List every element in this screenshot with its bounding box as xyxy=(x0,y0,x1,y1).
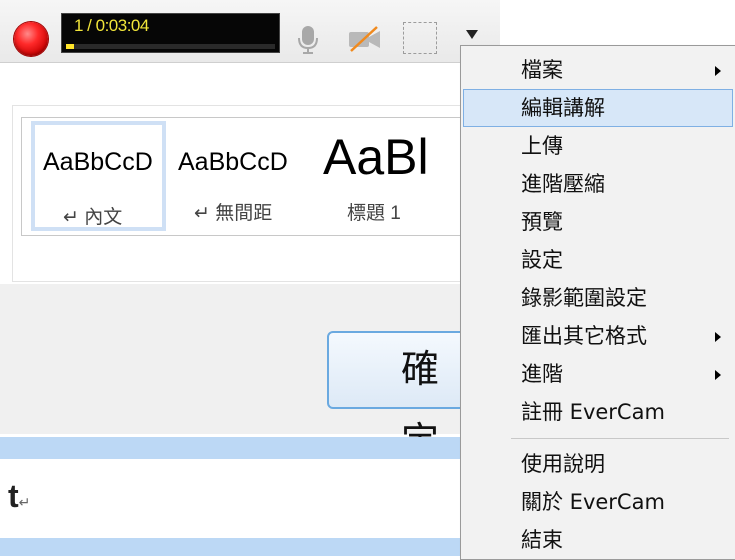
menu-item-upload[interactable]: 上傳 xyxy=(461,127,735,165)
menu-list: 檔案 編輯講解 上傳 進階壓縮 預覽 設定 錄影範圍設定 匯出其它格式 進階 註… xyxy=(461,51,735,559)
style-normal[interactable]: AaBbCcD ↵ 內文 xyxy=(31,121,166,231)
record-button[interactable] xyxy=(14,22,48,56)
submenu-arrow-icon xyxy=(715,66,721,76)
timer-progress-track xyxy=(66,44,275,49)
menu-item-exit[interactable]: 結束 xyxy=(461,521,735,559)
document-text: t↵ xyxy=(8,478,30,515)
menu-item-label: 上傳 xyxy=(521,134,563,158)
style-sample: AaBl xyxy=(323,129,429,185)
menu-item-label: 匯出其它格式 xyxy=(521,324,647,348)
style-sample: AaBbCcD xyxy=(178,148,288,176)
style-gallery: AaBbCcD ↵ 內文 AaBbCcD ↵ 無間距 AaBl 標題 1 xyxy=(21,117,473,236)
menu-item-advanced[interactable]: 進階 xyxy=(461,355,735,393)
menu-item-label: 檔案 xyxy=(521,58,563,82)
document-footer-bar xyxy=(0,538,462,556)
recorder-toolbar: 1 / 0:03:04 xyxy=(0,0,500,63)
menu-item-file[interactable]: 檔案 xyxy=(461,51,735,89)
menu-item-export-formats[interactable]: 匯出其它格式 xyxy=(461,317,735,355)
menu-item-edit-narration[interactable]: 編輯講解 xyxy=(463,89,733,127)
menu-item-advanced-compress[interactable]: 進階壓縮 xyxy=(461,165,735,203)
menu-item-label: 結束 xyxy=(521,528,563,552)
menu-item-register[interactable]: 註冊 EverCam xyxy=(461,393,735,431)
style-no-spacing[interactable]: AaBbCcD ↵ 無間距 xyxy=(172,118,307,235)
menu-item-label: 預覽 xyxy=(521,210,563,234)
menu-item-label: 進階壓縮 xyxy=(521,172,605,196)
timer-display: 1 / 0:03:04 xyxy=(61,13,280,53)
style-label: ↵ 內文 xyxy=(63,207,123,228)
style-sample: AaBbCcD xyxy=(43,148,153,176)
style-heading-1[interactable]: AaBl 標題 1 xyxy=(317,118,467,235)
camera-off-icon[interactable] xyxy=(347,25,383,58)
document-header-bar xyxy=(0,437,462,459)
confirm-button[interactable]: 確定 xyxy=(327,331,477,463)
style-label: ↵ 無間距 xyxy=(194,203,273,224)
menu-item-label: 編輯講解 xyxy=(521,96,605,120)
menu-item-settings[interactable]: 設定 xyxy=(461,241,735,279)
menu-separator xyxy=(511,438,729,439)
timer-progress-fill xyxy=(66,44,75,49)
menu-item-label: 錄影範圍設定 xyxy=(521,286,647,310)
document-text-char: t xyxy=(8,478,19,514)
menu-item-label: 註冊 EverCam xyxy=(521,400,665,424)
menu-item-preview[interactable]: 預覽 xyxy=(461,203,735,241)
menu-item-label: 使用說明 xyxy=(521,452,605,476)
menu-item-help[interactable]: 使用說明 xyxy=(461,445,735,483)
menu-dropdown-icon[interactable] xyxy=(466,30,478,39)
mic-icon[interactable] xyxy=(297,25,319,60)
submenu-arrow-icon xyxy=(715,370,721,380)
context-menu: 檔案 編輯講解 上傳 進階壓縮 預覽 設定 錄影範圍設定 匯出其它格式 進階 註… xyxy=(460,45,735,560)
menu-item-recording-area[interactable]: 錄影範圍設定 xyxy=(461,279,735,317)
paragraph-mark: ↵ xyxy=(18,494,31,510)
timer-text: 1 / 0:03:04 xyxy=(74,16,149,35)
menu-item-label: 進階 xyxy=(521,362,563,386)
menu-item-label: 設定 xyxy=(521,248,563,272)
submenu-arrow-icon xyxy=(715,332,721,342)
region-select-icon[interactable] xyxy=(403,22,437,54)
menu-item-about[interactable]: 關於 EverCam xyxy=(461,483,735,521)
style-label: 標題 1 xyxy=(347,203,401,224)
menu-item-label: 關於 EverCam xyxy=(521,490,665,514)
